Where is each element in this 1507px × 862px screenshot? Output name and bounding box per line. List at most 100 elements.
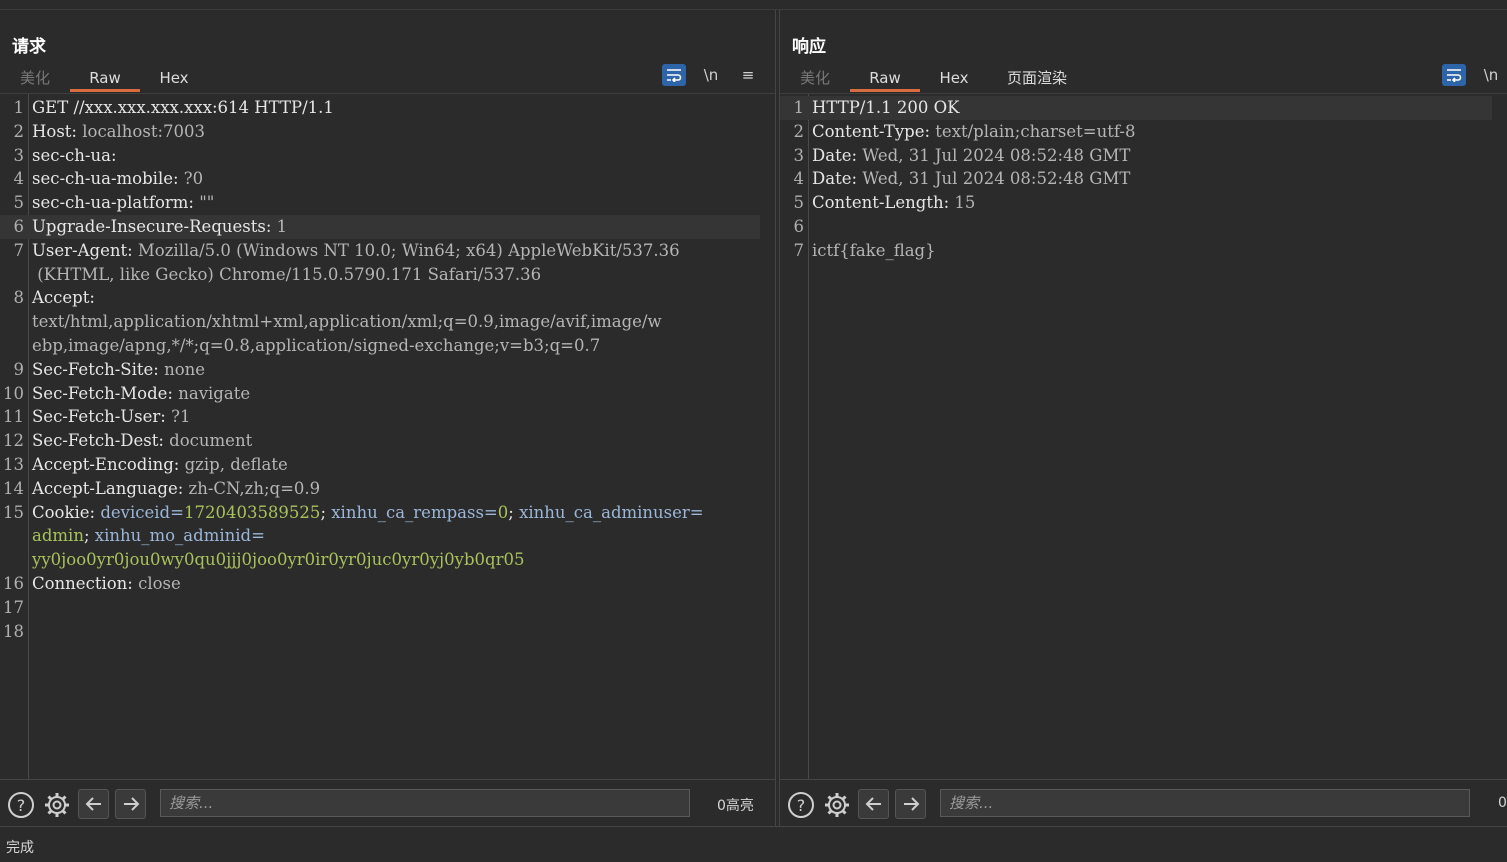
header-name: Date: [812, 145, 863, 165]
cookie-name: xinhu_ca_rempass= [331, 502, 498, 522]
line-number: 15 [3, 502, 24, 522]
wrap-lines-button[interactable] [1442, 64, 1466, 86]
tab-pretty[interactable]: 美化 [12, 64, 58, 92]
code-line: 7 User-Agent: Mozilla/5.0 (Windows NT 10.… [0, 239, 760, 263]
header-value: zh-CN,zh;q=0.9 [188, 478, 321, 498]
code-line: 10 Sec-Fetch-Mode: navigate [0, 382, 760, 406]
header-value: text/plain;charset=utf-8 [935, 121, 1136, 141]
search-input[interactable] [940, 789, 1470, 817]
code-line: 11 Sec-Fetch-User: ?1 [0, 405, 760, 429]
header-name: sec-ch-ua-mobile: [32, 169, 184, 189]
header-name: Content-Length: [812, 193, 955, 213]
header-value: Wed, 31 Jul 2024 08:52:48 GMT [862, 169, 1131, 189]
status-text: 完成 [6, 840, 34, 856]
code-line: 6 [780, 215, 1492, 239]
header-name: Accept: [32, 288, 95, 308]
code-line: 5 sec-ch-ua-platform: "" [0, 191, 760, 215]
code-line: 17 [0, 596, 760, 620]
arrow-right-icon[interactable] [115, 789, 146, 819]
request-editor[interactable]: 1 GET //xxx.xxx.xxx.xxx:614 HTTP/1.1 2 Host… [0, 94, 775, 779]
cookie-name: xinhu_mo_adminid= [94, 526, 265, 546]
header-text: Cookie: [32, 502, 101, 522]
header-value: 15 [954, 193, 976, 213]
line-text: Upgrade-Insecure-Requests: 1 [32, 215, 760, 239]
line-number: 2 [13, 121, 25, 141]
header-value: (KHTML, like Gecko) Chrome/115.0.5790.17… [32, 264, 542, 284]
tab-raw[interactable]: Raw [850, 64, 920, 92]
line-text: Accept-Language: zh-CN,zh;q=0.9 [32, 477, 760, 501]
arrow-left-icon[interactable] [858, 789, 889, 819]
line-text: Content-Length: 15 [812, 191, 1492, 215]
line-text: GET //xxx.xxx.xxx.xxx:614 HTTP/1.1 [32, 96, 760, 120]
line-text: Sec-Fetch-Dest: document [32, 429, 760, 453]
line-number: 6 [13, 217, 25, 236]
line-text: text/html,application/xhtml+xml,applicat… [32, 310, 760, 334]
code-line: admin; xinhu_mo_adminid= [0, 524, 760, 548]
header-value: "" [199, 193, 215, 213]
tab-hex[interactable]: Hex [928, 64, 980, 92]
tab-pretty[interactable]: 美化 [792, 64, 838, 92]
response-title: 响应 [792, 37, 826, 57]
line-number: 12 [3, 431, 24, 451]
tab-raw[interactable]: Raw [70, 64, 140, 92]
highlight-count: 0 [1498, 795, 1507, 811]
top-strip [0, 0, 1507, 10]
line-number: 14 [3, 478, 24, 498]
code-line: 8 Accept: [0, 286, 760, 310]
status-bar: 完成 [0, 826, 1507, 862]
code-line: 15 Cookie: deviceid=1720403589525; xinhu_… [0, 501, 760, 525]
header-name: HTTP/1.1 200 OK [812, 98, 960, 117]
help-icon[interactable]: ? [6, 790, 36, 820]
header-value: text/html,application/xhtml+xml,applicat… [32, 312, 662, 332]
cookie-value: admin [32, 526, 84, 546]
arrow-right-icon[interactable] [895, 789, 926, 819]
line-text: Cookie: deviceid=1720403589525; xinhu_ca… [32, 501, 760, 525]
header-text: ; [508, 502, 520, 522]
line-number: 13 [3, 455, 24, 474]
newline-toggle-button[interactable]: \n [1479, 64, 1503, 86]
line-text: ictf{fake_flag} [812, 239, 1492, 263]
line-number: 4 [13, 169, 25, 189]
line-number: 10 [3, 383, 24, 403]
line-text: Sec-Fetch-Mode: navigate [32, 382, 760, 406]
search-input[interactable] [160, 789, 690, 817]
code-line: 4 Date: Wed, 31 Jul 2024 08:52:48 GMT [780, 167, 1492, 191]
line-number: 11 [3, 407, 24, 427]
header-name: Sec-Fetch-User: [32, 407, 172, 427]
header-text: ; [320, 502, 332, 522]
line-number: 8 [13, 288, 25, 308]
menu-icon[interactable]: ≡ [736, 64, 760, 86]
cookie-value: 1720403589525 [183, 502, 321, 522]
line-text: admin; xinhu_mo_adminid= [32, 524, 760, 548]
gear-icon[interactable] [42, 790, 72, 820]
gear-icon[interactable] [822, 790, 852, 820]
header-value: navigate [178, 383, 251, 403]
header-value: ?1 [171, 407, 191, 427]
code-line: 4 sec-ch-ua-mobile: ?0 [0, 167, 760, 191]
wrap-lines-button[interactable] [662, 64, 686, 86]
line-text: User-Agent: Mozilla/5.0 (Windows NT 10.0… [32, 239, 760, 263]
line-text: ebp,image/apng,*/*;q=0.8,application/sig… [32, 334, 760, 358]
line-text: Content-Type: text/plain;charset=utf-8 [812, 120, 1492, 144]
line-number: 18 [3, 621, 24, 641]
header-value: document [169, 431, 253, 451]
tab-render[interactable]: 页面渲染 [998, 64, 1076, 92]
code-line: 1 GET //xxx.xxx.xxx.xxx:614 HTTP/1.1 [0, 96, 760, 120]
arrow-left-icon[interactable] [78, 789, 109, 819]
code-line: 6 Upgrade-Insecure-Requests: 1 [0, 215, 760, 239]
request-title: 请求 [12, 37, 46, 57]
line-number: 6 [793, 217, 805, 236]
line-number: 7 [793, 240, 805, 260]
response-editor[interactable]: 1 HTTP/1.1 200 OK 2 Content-Type: text/plai… [780, 94, 1507, 779]
request-search-bar: ? 0高亮 [0, 779, 775, 826]
wrap-icon [667, 69, 682, 82]
tab-hex[interactable]: Hex [148, 64, 200, 92]
line-text: Accept: [32, 286, 760, 310]
header-name: Sec-Fetch-Dest: [32, 431, 170, 451]
cookie-value: yy0joo0yr0jou0wy0qu0jjj0joo0yr0ir0yr0juc… [32, 550, 525, 570]
line-number: 3 [793, 145, 805, 165]
line-text: Sec-Fetch-Site: none [32, 358, 760, 382]
help-icon[interactable]: ? [786, 790, 816, 820]
code-line: 13 Accept-Encoding: gzip, deflate [0, 453, 760, 477]
newline-toggle-button[interactable]: \n [699, 64, 723, 86]
